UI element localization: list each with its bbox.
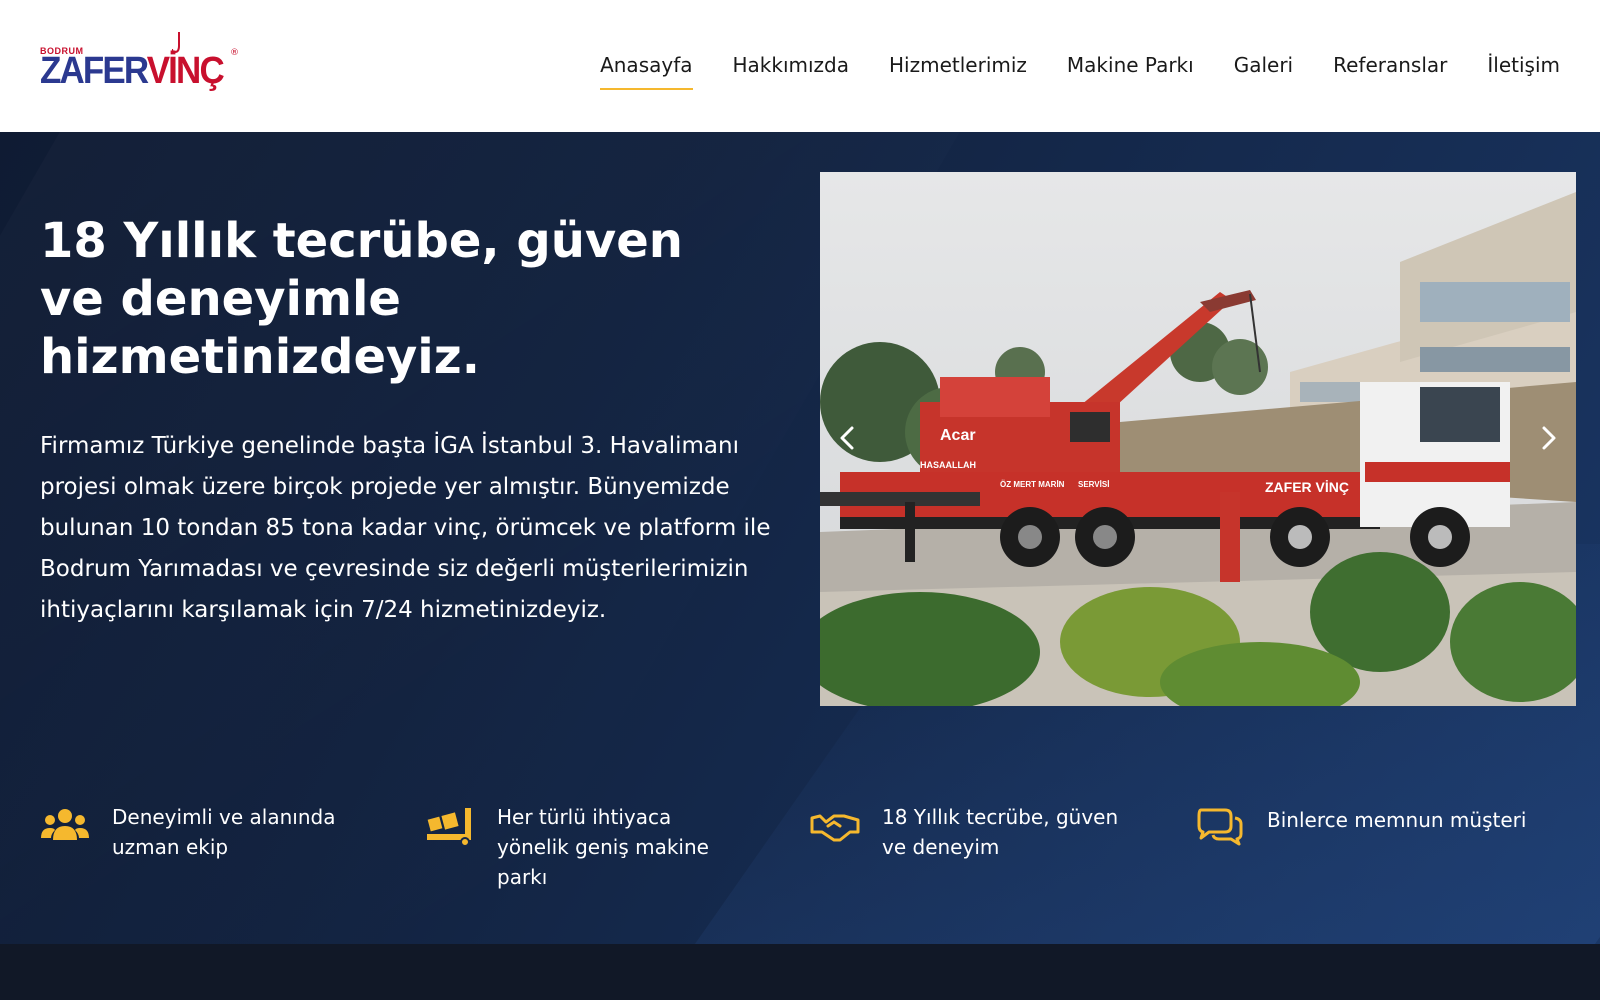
users-icon [41, 809, 89, 840]
feature-text: Her türlü ihtiyaca yönelik geniş makine … [497, 805, 709, 889]
slider-prev-button[interactable] [830, 420, 866, 456]
feature-happy-customers: Binlerce memnun müşteri [1195, 802, 1580, 882]
truck-label-ozmert: ÖZ MERT MARİN [1000, 480, 1065, 489]
chevron-left-icon [840, 426, 854, 450]
nav-item-anasayfa[interactable]: Anasayfa [600, 50, 693, 90]
next-section-strip [0, 944, 1600, 1000]
feature-text: Binlerce memnun müşteri [1267, 808, 1527, 832]
logo-name-part2: VİNÇ [146, 50, 225, 92]
truck-label-zafer-vinc: ZAFER VİNÇ [1265, 479, 1349, 495]
feature-experience: 18 Yıllık tecrübe, güven ve deneyim [810, 802, 1195, 882]
comments-icon [1197, 808, 1243, 846]
hero-image-slider[interactable]: Acar HASAALLAH ÖZ MERT MARİN SERVİSİ ZAF… [820, 172, 1576, 706]
slider-next-button[interactable] [1530, 420, 1566, 456]
chevron-right-icon [1542, 426, 1556, 450]
logo-wordmark: ZAFERVİNÇ [40, 50, 225, 92]
hero-description: Firmamız Türkiye genelinde başta İGA İst… [40, 433, 771, 623]
main-nav: Anasayfa Hakkımızda Hizmetlerimiz Makine… [600, 50, 1560, 90]
nav-item-makine-parki[interactable]: Makine Parkı [1067, 50, 1194, 90]
feature-expert-team: Deneyimli ve alanında uzman ekip [40, 802, 425, 882]
crane-hook-icon [172, 32, 180, 54]
feature-text: Deneyimli ve alanında uzman ekip [112, 805, 336, 859]
truck-label-acar: Acar [940, 427, 976, 444]
features-row: Deneyimli ve alanında uzman ekip Her tür… [40, 802, 1580, 889]
nav-item-hakkimizda[interactable]: Hakkımızda [733, 50, 850, 90]
truck-label-hasaallah: HASAALLAH [920, 460, 976, 470]
logo-name-part1: ZAFER [40, 50, 149, 92]
hero-section: 18 Yıllık tecrübe, güven ve deneyimle hi… [0, 132, 1600, 944]
nav-item-referanslar[interactable]: Referanslar [1333, 50, 1447, 90]
site-header: BODRUM ZAFERVİNÇ ® Anasayfa Hakkımızda H… [0, 0, 1600, 132]
nav-item-galeri[interactable]: Galeri [1234, 50, 1293, 90]
truck-label-servisi: SERVİSİ [1078, 480, 1109, 489]
truck-loading-icon [427, 808, 471, 846]
site-logo[interactable]: BODRUM ZAFERVİNÇ ® [40, 32, 240, 96]
handshake-icon [810, 814, 860, 842]
feature-machine-park: Her türlü ihtiyaca yönelik geniş makine … [425, 802, 810, 889]
registered-mark: ® [230, 48, 239, 58]
crane-truck-photo: Acar HASAALLAH ÖZ MERT MARİN SERVİSİ ZAF… [820, 172, 1576, 706]
nav-item-iletisim[interactable]: İletişim [1487, 50, 1560, 90]
hero-title: 18 Yıllık tecrübe, güven ve deneyimle hi… [40, 213, 683, 385]
feature-text: 18 Yıllık tecrübe, güven ve deneyim [882, 805, 1119, 859]
nav-item-hizmetlerimiz[interactable]: Hizmetlerimiz [889, 50, 1027, 90]
